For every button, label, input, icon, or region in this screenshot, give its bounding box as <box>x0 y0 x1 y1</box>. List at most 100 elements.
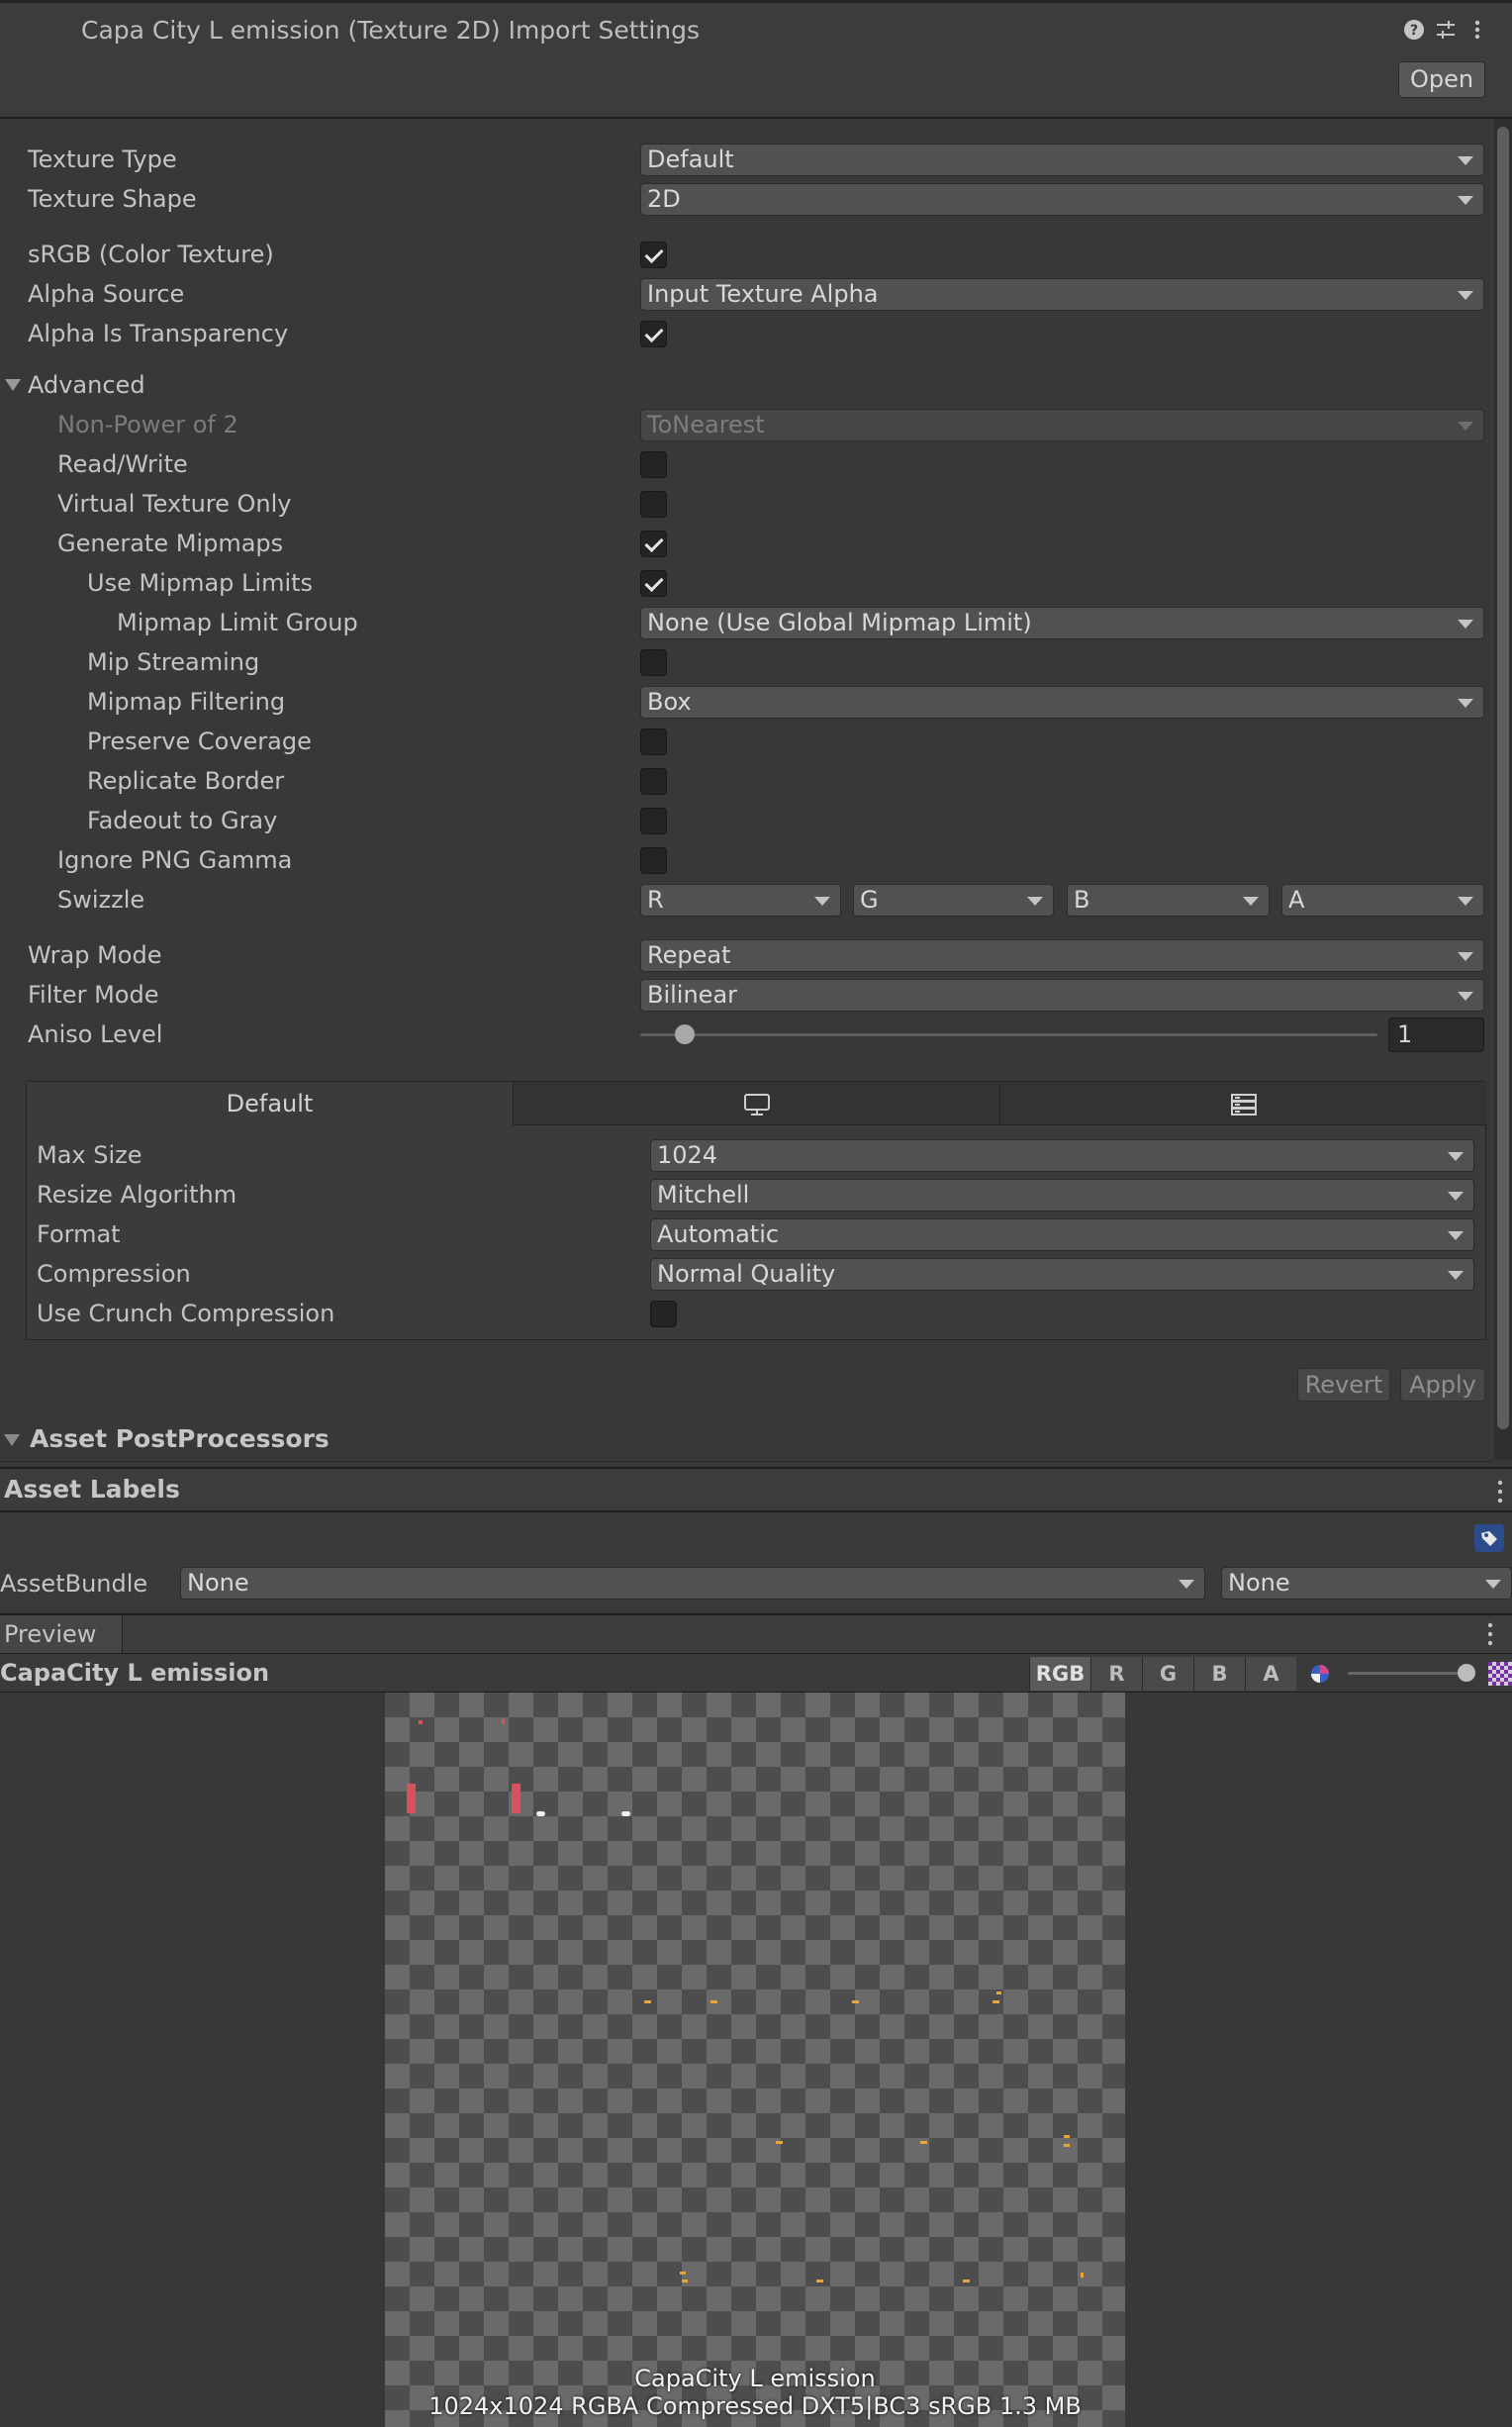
format-dropdown[interactable]: Automatic <box>650 1218 1474 1251</box>
generate-mipmaps-checkbox[interactable] <box>640 531 667 557</box>
texture-type-label: Texture Type <box>28 146 177 173</box>
compression-label: Compression <box>37 1260 191 1288</box>
texture-detail <box>502 1718 505 1724</box>
mip-slider-track[interactable] <box>1348 1672 1466 1675</box>
alpha-source-dropdown[interactable]: Input Texture Alpha <box>640 278 1484 311</box>
mip-slider-handle[interactable] <box>1458 1664 1475 1682</box>
asset-postprocessors-header[interactable]: Asset PostProcessors <box>30 1424 330 1454</box>
preview-tab[interactable]: Preview <box>0 1615 123 1653</box>
filter-mode-label: Filter Mode <box>28 981 159 1009</box>
use-crunch-compression-checkbox[interactable] <box>650 1301 677 1327</box>
tab-standalone[interactable] <box>514 1082 1000 1125</box>
tab-default[interactable]: Default <box>27 1082 514 1125</box>
use-mipmap-limits-checkbox[interactable] <box>640 570 667 597</box>
srgb-checkbox[interactable] <box>640 242 667 268</box>
texture-detail <box>682 2280 688 2282</box>
more-icon[interactable] <box>1496 1479 1504 1505</box>
texture-detail <box>776 2141 783 2144</box>
texture-type-dropdown[interactable]: Default <box>640 144 1484 176</box>
chevron-down-icon <box>1458 156 1473 165</box>
mip-streaming-checkbox[interactable] <box>640 649 667 676</box>
open-button[interactable]: Open <box>1398 61 1485 98</box>
texture-detail <box>621 1811 630 1816</box>
assetbundle-dropdown[interactable]: None <box>180 1567 1205 1600</box>
label-tag-icon[interactable] <box>1474 1524 1504 1552</box>
preserve-coverage-checkbox[interactable] <box>640 728 667 755</box>
swizzle-g-dropdown[interactable]: G <box>853 884 1054 917</box>
inspector-scrollbar[interactable] <box>1494 119 1512 1460</box>
use-mipmap-limits-label: Use Mipmap Limits <box>87 569 314 597</box>
advanced-foldout-label[interactable]: Advanced <box>28 370 145 400</box>
channel-rgb-button[interactable]: RGB <box>1029 1657 1090 1691</box>
format-label: Format <box>37 1220 121 1248</box>
swizzle-a-dropdown[interactable]: A <box>1281 884 1484 917</box>
texture-detail <box>644 2000 651 2003</box>
texture-detail <box>710 2000 717 2003</box>
revert-button[interactable]: Revert <box>1297 1368 1390 1402</box>
inspector-title: Capa City L emission (Texture 2D) Import… <box>81 16 701 45</box>
mipmap-filtering-dropdown[interactable]: Box <box>640 686 1484 719</box>
alpha-source-label: Alpha Source <box>28 280 185 308</box>
mipmap-limit-group-dropdown[interactable]: None (Use Global Mipmap Limit) <box>640 607 1484 639</box>
ignore-png-gamma-checkbox[interactable] <box>640 847 667 874</box>
chevron-down-icon <box>1448 1271 1464 1280</box>
fadeout-to-gray-checkbox[interactable] <box>640 808 667 834</box>
more-icon[interactable] <box>1486 1621 1494 1647</box>
wrap-mode-dropdown[interactable]: Repeat <box>640 939 1484 972</box>
texture-detail <box>419 1720 423 1724</box>
presets-icon[interactable] <box>1435 19 1457 41</box>
replicate-border-checkbox[interactable] <box>640 768 667 795</box>
tab-server[interactable] <box>1000 1082 1487 1125</box>
alpha-is-transparency-checkbox[interactable] <box>640 321 667 347</box>
swizzle-b-dropdown[interactable]: B <box>1067 884 1270 917</box>
texture-detail <box>536 1811 545 1816</box>
aniso-slider-track[interactable] <box>640 1033 1377 1036</box>
svg-text:?: ? <box>1410 23 1418 39</box>
texture-preview-image <box>385 1693 1125 2427</box>
texture-detail <box>680 2272 686 2275</box>
channel-a-button[interactable]: A <box>1245 1657 1296 1691</box>
filter-mode-dropdown[interactable]: Bilinear <box>640 979 1484 1012</box>
aniso-level-label: Aniso Level <box>28 1020 163 1048</box>
max-size-label: Max Size <box>37 1141 142 1169</box>
alpha-is-transparency-label: Alpha Is Transparency <box>28 320 289 347</box>
ignore-png-gamma-label: Ignore PNG Gamma <box>57 846 293 874</box>
aniso-level-field[interactable]: 1 <box>1388 1018 1484 1052</box>
channel-b-button[interactable]: B <box>1193 1657 1245 1691</box>
aniso-slider-handle[interactable] <box>674 1024 695 1044</box>
preserve-coverage-label: Preserve Coverage <box>87 728 312 755</box>
advanced-foldout-icon[interactable] <box>5 379 21 391</box>
apply-button[interactable]: Apply <box>1400 1368 1485 1402</box>
texture-detail <box>1064 2144 1070 2147</box>
compression-dropdown[interactable]: Normal Quality <box>650 1258 1474 1291</box>
assetbundle-variant-dropdown[interactable]: None <box>1221 1567 1512 1600</box>
swizzle-r-dropdown[interactable]: R <box>640 884 841 917</box>
texture-detail <box>852 2000 859 2003</box>
preview-caption-name: CapaCity L emission <box>634 2365 876 2392</box>
texture-shape-dropdown[interactable]: 2D <box>640 183 1484 216</box>
texture-detail <box>1064 2135 1070 2138</box>
generate-mipmaps-label: Generate Mipmaps <box>57 530 284 557</box>
texture-detail <box>512 1784 520 1813</box>
inspector-header: Capa City L emission (Texture 2D) Import… <box>0 0 1512 119</box>
scrollbar-thumb[interactable] <box>1497 127 1509 1429</box>
postprocessors-foldout-icon[interactable] <box>4 1434 20 1446</box>
chevron-down-icon <box>1179 1580 1194 1589</box>
preview-caption-info: 1024x1024 RGBA Compressed DXT5|BC3 sRGB … <box>428 2392 1082 2420</box>
max-size-dropdown[interactable]: 1024 <box>650 1139 1474 1172</box>
color-mode-icon[interactable] <box>1308 1662 1332 1686</box>
preview-toolbar: CapaCity L emission RGB R G B A <box>0 1653 1512 1693</box>
checkerboard-toggle-icon[interactable] <box>1488 1662 1512 1686</box>
help-icon[interactable]: ? <box>1403 19 1425 41</box>
more-icon[interactable] <box>1466 19 1488 41</box>
virtual-texture-only-checkbox[interactable] <box>640 491 667 518</box>
texture-detail <box>407 1784 416 1813</box>
channel-r-button[interactable]: R <box>1090 1657 1142 1691</box>
read-write-checkbox[interactable] <box>640 451 667 478</box>
texture-detail <box>816 2280 823 2282</box>
mipmap-limit-group-label: Mipmap Limit Group <box>117 609 358 636</box>
texture-detail <box>920 2141 927 2144</box>
channel-g-button[interactable]: G <box>1142 1657 1193 1691</box>
texture-shape-label: Texture Shape <box>28 185 197 213</box>
resize-algorithm-dropdown[interactable]: Mitchell <box>650 1179 1474 1212</box>
